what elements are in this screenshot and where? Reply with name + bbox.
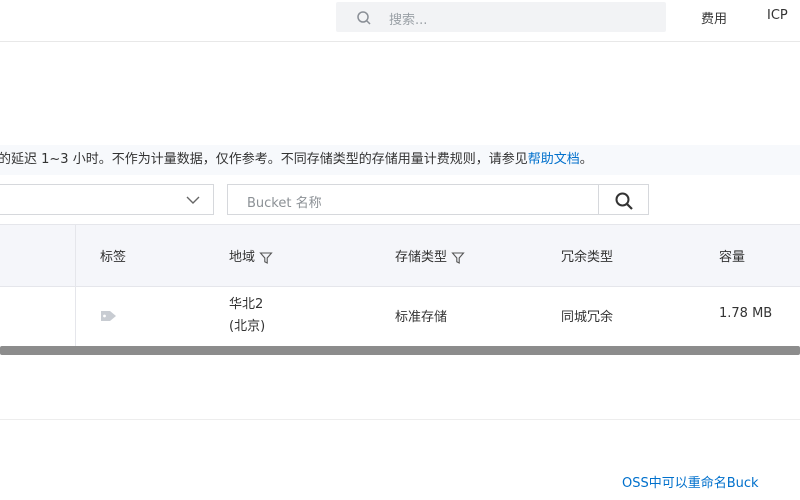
tag-icon[interactable] [100,310,118,322]
cell-redundancy: 同城冗余 [561,310,614,325]
filter-icon[interactable] [259,251,273,265]
region-select[interactable] [0,184,214,215]
horizontal-scrollbar[interactable] [0,346,800,355]
search-icon [615,192,633,210]
oss-console-page: 搜索... 费用 ICP 的延迟 1~3 小时。不作为计量数据，仅作参考。不同存… [0,0,800,500]
column-header-storage-class-label: 存储类型 [395,250,448,265]
global-search-placeholder: 搜索... [389,13,428,28]
column-header-capacity: 容量 [719,250,746,265]
cell-region-line2: (北京) [229,319,266,334]
column-header-region[interactable]: 地域 [229,246,273,265]
bucket-name-input[interactable]: Bucket 名称 [227,184,599,215]
column-header-tags: 标签 [100,250,127,265]
filter-icon[interactable] [451,251,465,265]
cell-region: 华北2 (北京) [229,294,265,338]
global-search-input[interactable]: 搜索... [336,2,666,32]
column-header-region-label: 地域 [229,250,256,265]
column-divider [75,224,76,346]
top-link-icp[interactable]: ICP [767,8,788,23]
notice-suffix: 。 [579,152,593,167]
bucket-table: 标签 地域 存储类型 冗余类型 容量 华北2 (北京) 标准存储 同城冗余 1.… [0,224,800,356]
search-icon [357,11,371,25]
help-doc-link[interactable]: 帮助文档 [528,152,580,167]
rename-bucket-link[interactable]: OSS中可以重命名Buck [622,472,759,491]
top-header: 搜索... 费用 ICP [0,0,800,42]
column-header-redundancy: 冗余类型 [561,250,614,265]
top-link-billing[interactable]: 费用 [701,8,727,27]
cell-capacity: 1.78 MB [719,306,773,321]
usage-notice: 的延迟 1~3 小时。不作为计量数据，仅作参考。不同存储类型的存储用量计费规则，… [0,145,800,175]
bucket-search-button[interactable] [598,184,649,215]
bucket-name-placeholder: Bucket 名称 [247,196,322,211]
chevron-down-icon [186,196,200,204]
notice-text: 的延迟 1~3 小时。不作为计量数据，仅作参考。不同存储类型的存储用量计费规则，… [0,152,528,167]
section-divider [0,419,800,420]
cell-region-line1: 华北2 [229,297,264,312]
column-header-storage-class[interactable]: 存储类型 [395,246,465,265]
cell-storage-class: 标准存储 [395,310,448,325]
